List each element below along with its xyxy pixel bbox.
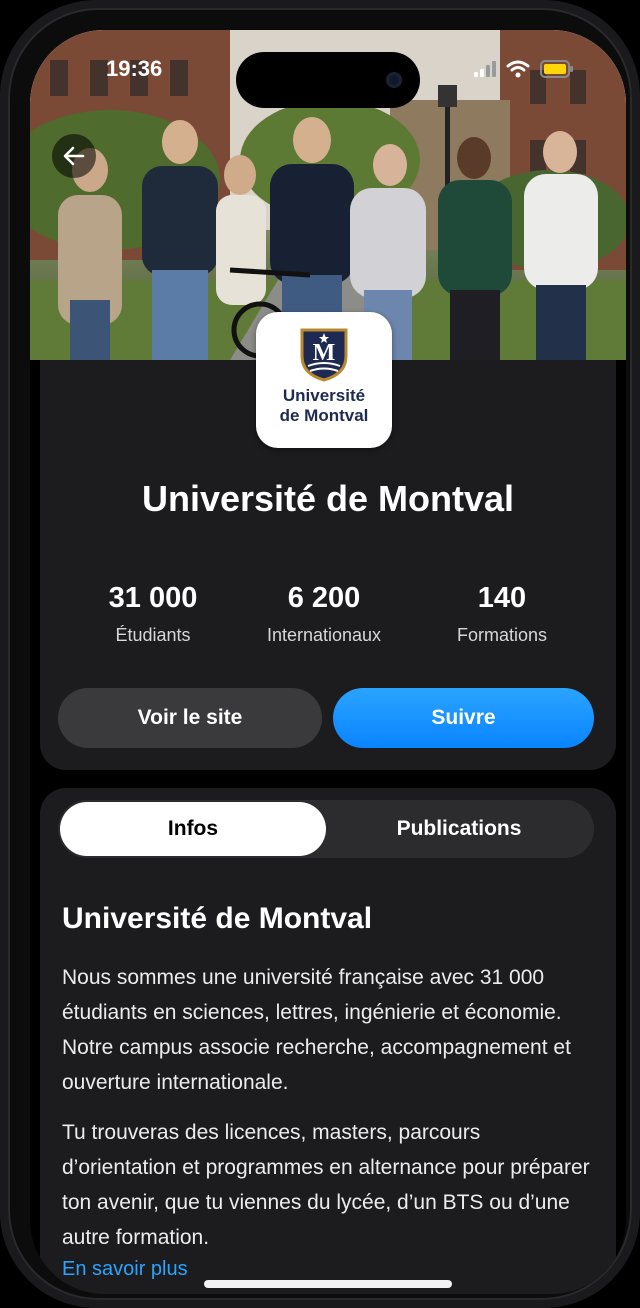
status-icons — [474, 60, 574, 78]
shield-crest-icon: M — [300, 328, 348, 382]
stats-row: 31 000 Étudiants 6 200 Internationaux 14… — [30, 582, 626, 672]
battery-icon — [540, 60, 573, 78]
logo-line-2: de Montval — [279, 406, 369, 425]
status-bar: 19:36 — [30, 30, 626, 110]
university-name: Université de Montval — [141, 478, 515, 519]
stat-programs: 140 Formations — [412, 582, 592, 646]
wifi-icon — [506, 60, 530, 78]
visit-site-button[interactable]: Voir le site — [58, 688, 322, 748]
info-title: Université de Montval — [62, 902, 373, 935]
signal-icon — [474, 61, 496, 77]
read-more-link[interactable]: En savoir plus — [62, 1258, 188, 1281]
front-camera-icon — [386, 72, 402, 88]
stat-label: Formations — [456, 625, 548, 645]
university-logo: M Université de Montval — [256, 312, 392, 448]
tab-infos[interactable]: Infos — [60, 802, 326, 856]
dynamic-island — [236, 52, 420, 108]
back-button[interactable] — [52, 134, 96, 178]
logo-letter: M — [313, 340, 336, 366]
stat-value: 31 000 — [108, 582, 198, 614]
status-time: 19:36 — [106, 56, 163, 81]
follow-button[interactable]: Suivre — [333, 688, 594, 748]
arrow-left-icon — [63, 146, 85, 166]
tab-publications[interactable]: Publications — [326, 802, 592, 856]
stat-international: 6 200 Internationaux — [234, 582, 414, 646]
stat-value: 140 — [477, 582, 527, 614]
home-indicator[interactable] — [204, 1280, 452, 1288]
stat-students: 31 000 Étudiants — [63, 582, 243, 646]
stat-label: Étudiants — [115, 625, 191, 645]
stat-value: 6 200 — [287, 582, 361, 614]
info-paragraph-1: Nous sommes une université française ave… — [62, 966, 571, 1094]
phone-frame: 19:36 M Université de Montval Université… — [0, 0, 640, 1308]
logo-wordmark: Université de Montval — [280, 386, 369, 426]
stat-label: Internationaux — [266, 625, 382, 645]
screen: 19:36 M Université de Montval Université… — [30, 30, 626, 1294]
info-paragraph-2: Tu trouveras des licences, masters, parc… — [62, 1121, 590, 1249]
logo-line-1: Université — [282, 386, 366, 405]
phone-bezel: 19:36 M Université de Montval Université… — [8, 8, 632, 1300]
